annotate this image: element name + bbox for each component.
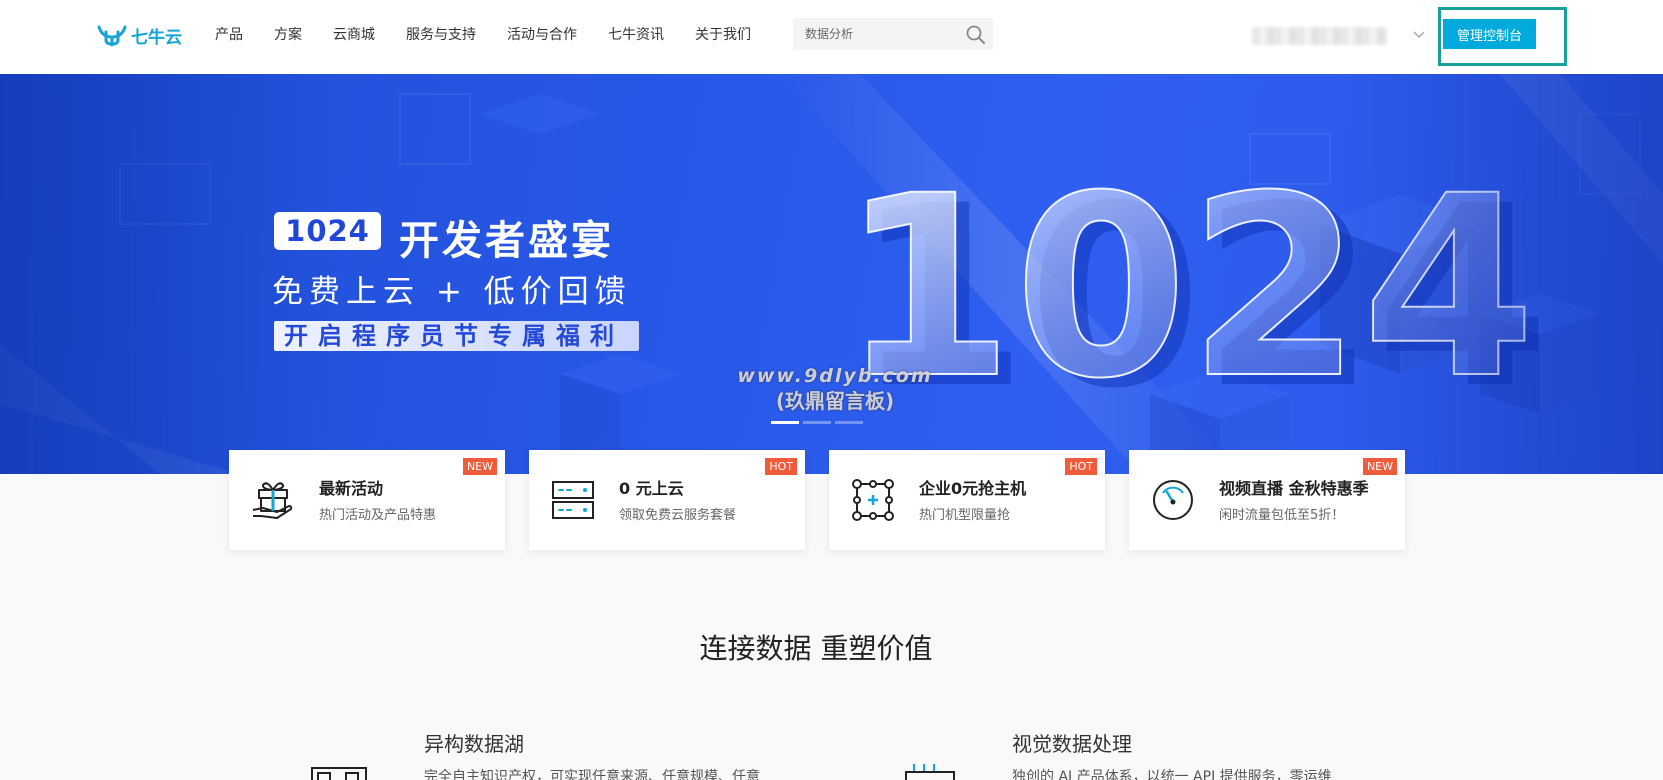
card-desc: 闲时流量包低至5折！ [1219, 508, 1345, 523]
nav-item-marketplace[interactable]: 云商城 [333, 24, 375, 46]
nav-item-news[interactable]: 七牛资讯 [608, 24, 664, 46]
nav-item-products[interactable]: 产品 [215, 24, 243, 46]
card-title: 最新活动 [319, 479, 384, 498]
card-desc: 热门机型限量抢 [919, 508, 1011, 523]
watermark-url: www.9dlyb.com [737, 365, 933, 387]
main-nav: 产品 方案 云商城 服务与支持 活动与合作 七牛资讯 关于我们 [215, 24, 782, 46]
qiniu-logo-icon [97, 25, 127, 47]
banner-title: 开发者盛宴 [399, 218, 614, 264]
console-button[interactable]: 管理控制台 [1443, 19, 1536, 49]
promo-card-video-live[interactable]: 视频直播 金秋特惠季 闲时流量包低至5折！ NEW [1129, 450, 1405, 550]
watermark-caption: (玖鼎留言板) [775, 389, 895, 413]
user-account-name[interactable] [1252, 27, 1387, 45]
hero-banner[interactable]: 1024 1024 1024 开发者盛宴 免费上云 + 低价回馈 开启程序员节专… [0, 74, 1663, 474]
card-title: 视频直播 金秋特惠季 [1219, 479, 1369, 498]
hot-badge: HOT [765, 458, 797, 475]
nav-item-support[interactable]: 服务与支持 [406, 24, 476, 46]
chevron-down-icon[interactable] [1412, 28, 1426, 42]
card-desc: 热门活动及产品特惠 [319, 508, 437, 523]
card-title: 0 元上云 [619, 479, 684, 498]
data-lake-icon [311, 767, 367, 780]
server-icon [552, 481, 594, 519]
search-box [793, 18, 993, 50]
feature-desc-vision: 独创的 AI 产品体系，以统一 API 提供服务，零运维 [1012, 769, 1332, 780]
banner-strip: 开启程序员节专属福利 [274, 321, 639, 351]
nav-item-solutions[interactable]: 方案 [274, 24, 302, 46]
carousel-dot[interactable] [835, 421, 863, 424]
card-title: 企业0元抢主机 [919, 479, 1027, 498]
carousel-dot[interactable] [771, 421, 799, 424]
promo-card-enterprise-host[interactable]: 企业0元抢主机 热门机型限量抢 HOT [829, 450, 1105, 550]
carousel-dot[interactable] [803, 421, 831, 424]
new-badge: NEW [462, 458, 497, 475]
nav-item-events[interactable]: 活动与合作 [507, 24, 577, 46]
new-badge: NEW [1362, 458, 1397, 475]
section-title: 连接数据 重塑价值 [699, 632, 933, 665]
vision-processing-icon [905, 764, 955, 780]
watermark: www.9dlyb.com (玖鼎留言板) [735, 364, 935, 414]
host-node-icon [852, 479, 894, 521]
feature-title-vision[interactable]: 视觉数据处理 [1012, 728, 1132, 757]
gift-icon [252, 482, 293, 519]
promo-card-latest-events[interactable]: 最新活动 热门活动及产品特惠 NEW [229, 450, 505, 550]
banner-background-art: 1024 1024 [0, 74, 1663, 474]
logo-text: 七牛云 [131, 27, 182, 48]
feature-desc-data-lake: 完全自主知识产权，可实现任意来源、任意规模、任意 [424, 769, 760, 780]
hot-badge: HOT [1065, 458, 1097, 475]
top-header: 七牛云 产品 方案 云商城 服务与支持 活动与合作 七牛资讯 关于我们 管理控制… [0, 0, 1663, 74]
banner-subtitle: 免费上云 + 低价回馈 [272, 274, 632, 310]
search-icon[interactable] [965, 24, 987, 46]
banner-1024-tag: 1024 [274, 212, 381, 250]
nav-item-about[interactable]: 关于我们 [695, 24, 751, 46]
search-input[interactable] [805, 18, 955, 50]
feature-title-data-lake[interactable]: 异构数据湖 [424, 728, 524, 757]
promo-card-free-cloud[interactable]: 0 元上云 领取免费云服务套餐 HOT [529, 450, 805, 550]
speed-gauge-icon [1153, 480, 1193, 520]
card-desc: 领取免费云服务套餐 [619, 508, 737, 523]
carousel-indicators [771, 421, 867, 424]
logo[interactable]: 七牛云 [96, 22, 182, 48]
